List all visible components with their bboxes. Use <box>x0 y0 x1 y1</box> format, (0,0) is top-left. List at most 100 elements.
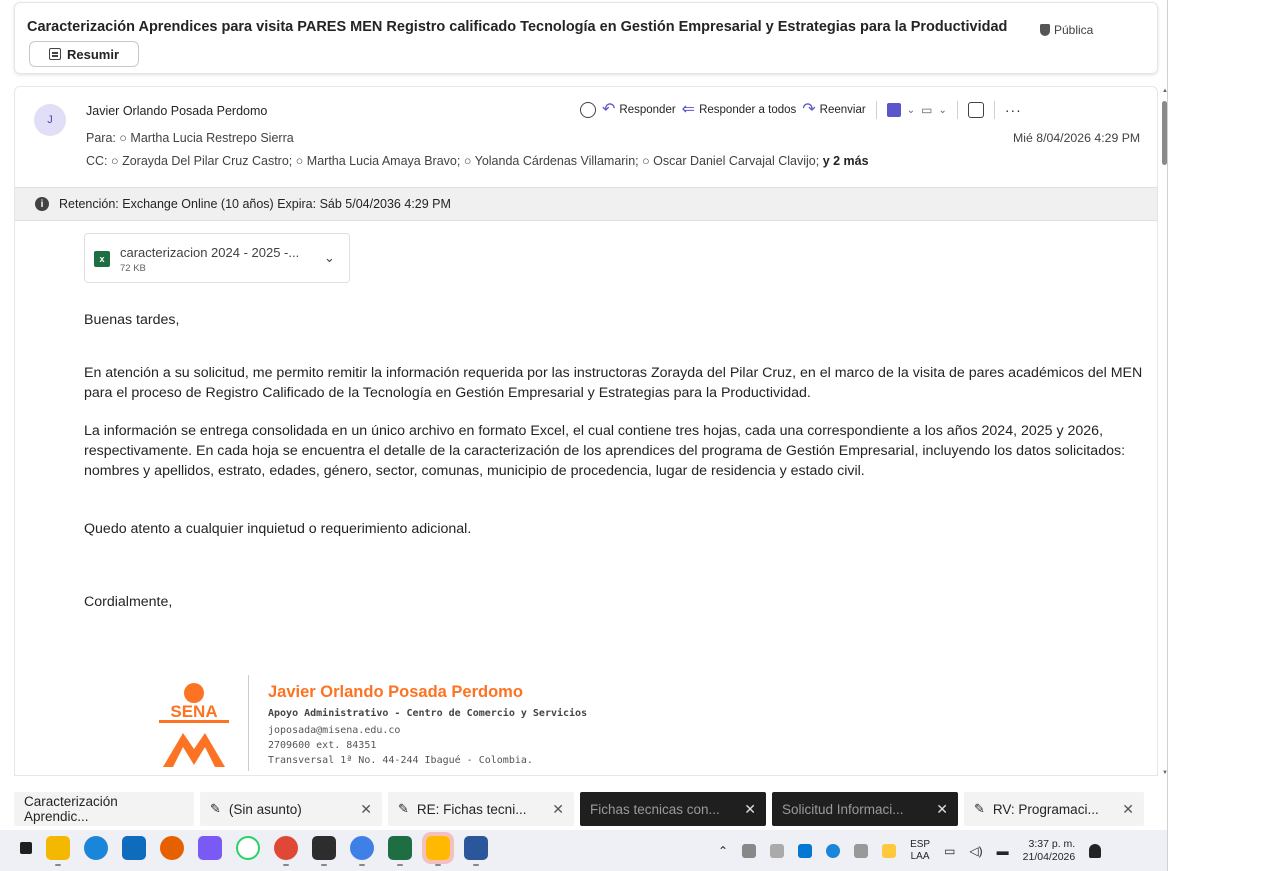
recipient-cc[interactable]: Zorayda Del Pilar Cruz Castro; <box>122 154 292 168</box>
summarize-label: Resumir <box>66 46 120 62</box>
volume-icon[interactable]: ◁) <box>969 844 982 858</box>
recipient-cc[interactable]: Oscar Daniel Carvajal Clavijo; <box>653 154 819 168</box>
forward-button[interactable]: ↷ Reenviar <box>802 102 865 118</box>
reply-button[interactable]: ↶ Responder <box>602 102 676 118</box>
presence-icon: ○ <box>119 131 127 145</box>
lang-bottom: LAA <box>910 851 930 862</box>
close-icon[interactable]: ✕ <box>360 801 372 818</box>
onedrive-icon[interactable] <box>742 844 757 858</box>
signature-role: Apoyo Administrativo - Centro de Comerci… <box>268 708 588 719</box>
summarize-button[interactable]: Resumir <box>29 41 139 67</box>
store-icon[interactable] <box>122 836 146 860</box>
apps-icon[interactable] <box>967 102 984 118</box>
scroll-down-icon[interactable]: ▼ <box>1161 770 1169 776</box>
tab-item[interactable]: Fichas tecnicas con... ✕ <box>580 792 766 826</box>
tab-item[interactable]: ✎ (Sin asunto) ✕ <box>200 792 382 826</box>
sticky-notes-icon[interactable] <box>312 836 336 866</box>
chrome-profile-icon[interactable] <box>350 836 374 866</box>
tab-item[interactable]: ✎ RV: Programaci... ✕ <box>964 792 1144 826</box>
windows-logo-icon[interactable] <box>422 832 454 866</box>
more-icon[interactable]: ··· <box>1005 102 1022 118</box>
signature-email[interactable]: joposada@misena.edu.co <box>268 725 400 736</box>
emoji-icon[interactable] <box>580 102 596 118</box>
tab-item[interactable]: Solicitud Informaci... ✕ <box>772 792 958 826</box>
printer-icon[interactable] <box>854 844 869 858</box>
tab-label: RV: Programaci... <box>992 801 1099 817</box>
avatar[interactable]: J <box>34 104 66 136</box>
taskbar: ⌃ ESP LAA ▭ ◁) ▬ 3:37 p. m. 21/04/2026 <box>0 830 1167 871</box>
attachment-name: caracterizacion 2024 - 2025 -... <box>120 245 300 260</box>
whatsapp-icon[interactable] <box>236 836 260 860</box>
monitor-icon[interactable]: ▭ <box>944 844 955 858</box>
cc-more-link[interactable]: y 2 más <box>823 154 869 168</box>
file-explorer-icon[interactable] <box>46 836 70 866</box>
presence-icon: ○ <box>295 154 304 168</box>
pencil-icon: ✎ <box>974 801 985 816</box>
shield-icon[interactable] <box>882 844 897 858</box>
sensitivity-text: Pública <box>1054 23 1094 37</box>
logo-text: SENA <box>170 702 217 721</box>
chevron-down-icon[interactable]: ⌄ <box>907 105 915 116</box>
excel-icon[interactable] <box>388 836 412 866</box>
signature-phone: 2709600 ext. 84351 <box>268 740 377 751</box>
subject-card: Caracterización Aprendices para visita P… <box>14 2 1158 74</box>
attachment-size: 72 KB <box>120 263 146 274</box>
task-view-icon[interactable] <box>20 842 32 854</box>
forward-label: Reenviar <box>819 104 866 116</box>
sensitivity-label[interactable]: Pública <box>1040 23 1093 37</box>
sender-name[interactable]: Javier Orlando Posada Perdomo <box>86 104 267 118</box>
scroll-thumb[interactable] <box>1162 101 1167 165</box>
m365-icon[interactable] <box>198 836 222 860</box>
clock[interactable]: 3:37 p. m. 21/04/2026 <box>1023 838 1076 864</box>
recipient-cc[interactable]: Yolanda Cárdenas Villamarin; <box>475 154 639 168</box>
recipient-cc[interactable]: Martha Lucia Amaya Bravo; <box>307 154 461 168</box>
signature-address: Transversal 1ª No. 44-244 Ibagué - Colom… <box>268 755 533 766</box>
bluetooth-icon[interactable] <box>798 844 813 858</box>
presence-icon: ○ <box>111 154 119 168</box>
edge-icon[interactable] <box>84 836 108 860</box>
reply-all-button[interactable]: ⇐ Responder a todos <box>682 102 797 118</box>
pencil-icon: ✎ <box>398 801 409 816</box>
scrollbar[interactable]: ▲ ▼ <box>1161 86 1169 778</box>
language-indicator[interactable]: ESP LAA <box>910 839 930 863</box>
close-icon[interactable]: ✕ <box>936 801 948 818</box>
scroll-up-icon[interactable]: ▲ <box>1161 88 1169 94</box>
clock-time: 3:37 p. m. <box>1028 838 1076 850</box>
sena-logo: SENA <box>159 683 229 767</box>
chrome-icon[interactable] <box>274 836 298 866</box>
right-frame <box>1167 0 1262 871</box>
presence-icon: ○ <box>463 154 472 168</box>
excel-icon: x <box>94 251 110 267</box>
move-icon[interactable]: ▭ <box>921 103 932 117</box>
divider <box>956 101 958 119</box>
cc-label: CC: <box>86 154 108 168</box>
retention-text: Retención: Exchange Online (10 años) Exp… <box>59 197 451 211</box>
network-icon[interactable] <box>770 844 785 858</box>
close-icon[interactable]: ✕ <box>1122 801 1134 818</box>
left-frame <box>0 0 12 871</box>
word-icon[interactable] <box>464 836 488 866</box>
pdf-icon[interactable] <box>886 103 901 117</box>
tab-item[interactable]: ✎ RE: Fichas tecni... ✕ <box>388 792 574 826</box>
body-paragraph: En atención a su solicitud, me permito r… <box>84 365 1143 401</box>
body-paragraph: La información se entrega consolidada en… <box>84 423 1126 479</box>
battery-icon[interactable]: ▬ <box>997 844 1009 858</box>
firefox-icon[interactable] <box>160 836 184 860</box>
tab-label: RE: Fichas tecni... <box>416 801 527 817</box>
divider <box>993 101 995 119</box>
security-icon[interactable] <box>826 844 841 858</box>
pencil-icon: ✎ <box>210 801 221 816</box>
chevron-down-icon[interactable]: ⌄ <box>324 250 335 266</box>
greeting: Buenas tardes, <box>84 312 180 328</box>
closing: Cordialmente, <box>84 594 173 610</box>
chevron-down-icon[interactable]: ⌄ <box>938 105 946 116</box>
tab-item[interactable]: Caracterización Aprendic... <box>14 792 194 826</box>
recipient-to[interactable]: Martha Lucia Restrepo Sierra <box>130 131 293 145</box>
attachment-card[interactable]: x caracterizacion 2024 - 2025 -... 72 KB… <box>84 233 350 283</box>
notification-icon[interactable] <box>1089 844 1102 858</box>
chevron-up-icon[interactable]: ⌃ <box>718 844 728 858</box>
message-actions: ↶ Responder ⇐ Responder a todos ↷ Reenvi… <box>580 99 1022 121</box>
clock-date: 21/04/2026 <box>1022 851 1076 863</box>
close-icon[interactable]: ✕ <box>552 801 564 818</box>
close-icon[interactable]: ✕ <box>744 801 756 818</box>
